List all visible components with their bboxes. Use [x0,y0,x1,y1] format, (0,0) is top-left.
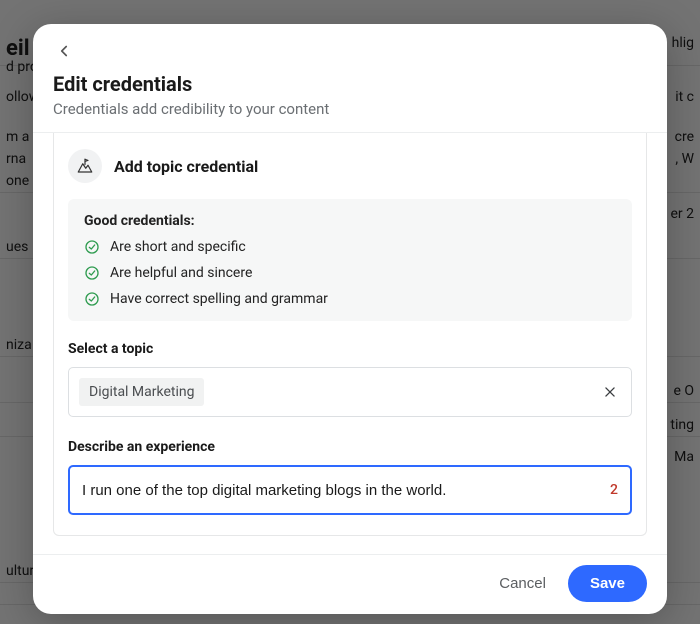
experience-field-wrapper: 2 [68,465,632,515]
tip-text: Are helpful and sincere [110,265,252,281]
add-topic-row: Add topic credential [68,147,632,183]
modal-body: Add topic credential Good credentials: A… [33,133,667,554]
select-topic-label: Select a topic [68,341,632,357]
tip-item: Have correct spelling and grammar [84,291,616,307]
add-topic-label: Add topic credential [114,157,258,176]
experience-input[interactable] [82,482,618,499]
check-circle-icon [84,265,100,281]
experience-label: Describe an experience [68,439,632,455]
tips-title: Good credentials: [84,213,616,229]
topic-chip: Digital Marketing [79,378,204,406]
modal-title: Edit credentials [53,72,647,96]
tip-text: Are short and specific [110,239,246,255]
tip-item: Are short and specific [84,239,616,255]
mountain-flag-icon [76,157,94,175]
chevron-left-icon [55,42,73,60]
tip-text: Have correct spelling and grammar [110,291,328,307]
cancel-button[interactable]: Cancel [485,565,560,602]
topic-select[interactable]: Digital Marketing [68,367,632,417]
credential-card: Add topic credential Good credentials: A… [53,133,647,536]
tip-item: Are helpful and sincere [84,265,616,281]
clear-topic-button[interactable] [601,383,619,401]
topic-icon-container [68,149,102,183]
save-button[interactable]: Save [568,565,647,602]
close-icon [603,385,617,399]
modal-header: Edit credentials Credentials add credibi… [33,24,667,133]
modal-subtitle: Credentials add credibility to your cont… [53,100,647,118]
tips-box: Good credentials: Are short and specific… [68,199,632,321]
back-button[interactable] [53,40,75,62]
check-circle-icon [84,239,100,255]
edit-credentials-modal: Edit credentials Credentials add credibi… [33,24,667,614]
modal-footer: Cancel Save [33,554,667,614]
check-circle-icon [84,291,100,307]
char-remaining: 2 [610,482,618,498]
